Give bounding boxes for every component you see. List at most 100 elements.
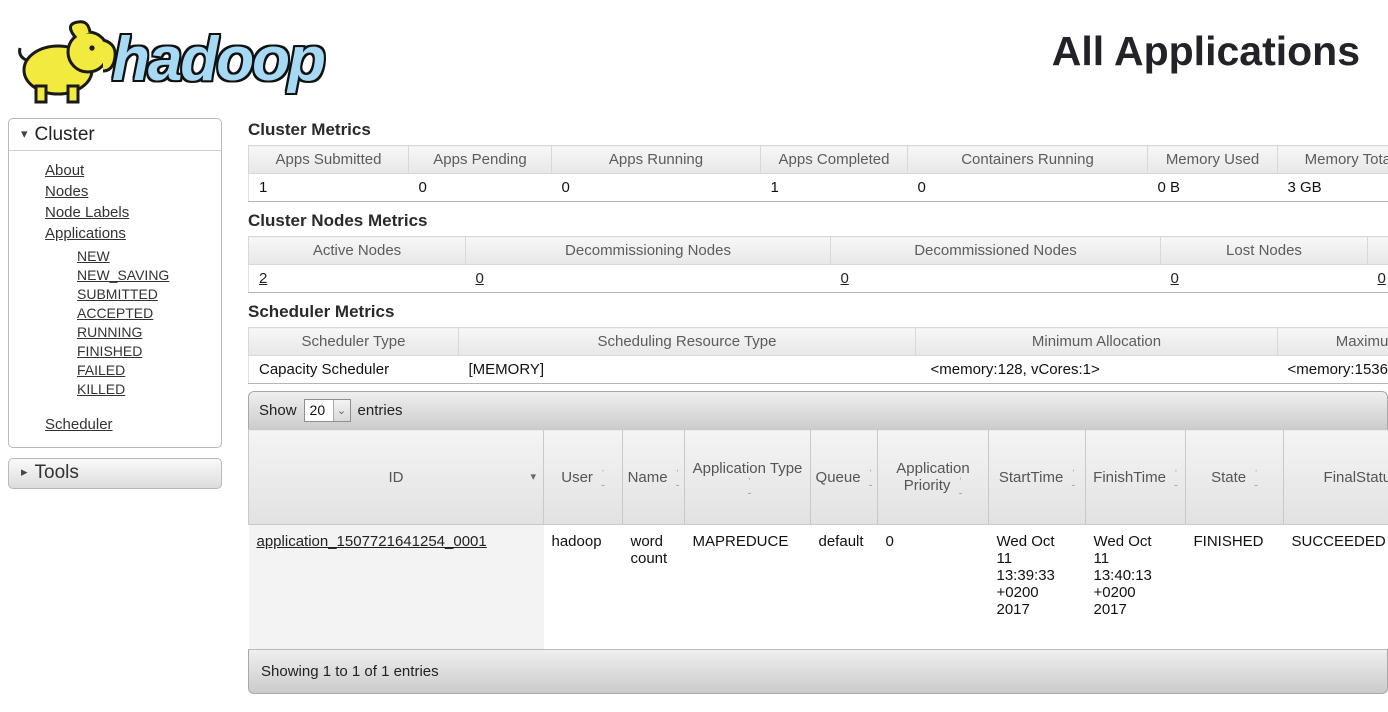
- page-title: All Applications: [1052, 28, 1360, 75]
- lost-nodes-link[interactable]: 0: [1171, 270, 1179, 287]
- col-finishtime[interactable]: FinishTime ˈˍ: [1086, 430, 1186, 525]
- sort-both-icon: ˈˍ: [676, 472, 680, 484]
- top-header: hadoop All Applications: [0, 0, 1388, 118]
- starttime-cell: Wed Oct 11 13:39:33 +0200 2017: [989, 525, 1086, 649]
- hadoop-elephant-icon: [6, 8, 126, 112]
- cluster-nav-label: Cluster: [35, 124, 95, 145]
- sidebar-subitem-killed[interactable]: KILLED: [77, 381, 125, 397]
- col-active-nodes: Active Nodes: [249, 237, 466, 265]
- active-nodes-link[interactable]: 2: [259, 270, 267, 287]
- chevron-down-icon: ▾: [21, 126, 28, 141]
- tools-nav-label: Tools: [35, 462, 79, 483]
- cluster-nodes-metrics-title: Cluster Nodes Metrics: [248, 211, 1388, 231]
- col-apps-completed: Apps Completed: [761, 146, 908, 174]
- col-state[interactable]: State ˈˍ: [1186, 430, 1284, 525]
- col-containers-running: Containers Running: [908, 146, 1148, 174]
- sidebar-subitem-accepted[interactable]: ACCEPTED: [77, 305, 153, 321]
- applications-table: ID ▾ User ˈˍ Name ˈˍ Application Type ˈˍ: [248, 429, 1388, 649]
- sidebar-subitem-new-saving[interactable]: NEW_SAVING: [77, 267, 169, 283]
- sort-desc-icon: ▾: [530, 470, 536, 483]
- sort-both-icon: ˈˍ: [869, 472, 873, 484]
- col-apps-running: Apps Running: [552, 146, 761, 174]
- cluster-metrics-row: 1 0 0 1 0 0 B 3 GB: [249, 174, 1388, 202]
- cluster-nav-header[interactable]: ▾ Cluster: [9, 119, 221, 151]
- memory-total-value: 3 GB: [1278, 174, 1388, 202]
- chevron-right-icon: ▸: [21, 464, 28, 479]
- apps-submitted-value: 1: [249, 174, 409, 202]
- name-cell: word count: [623, 525, 685, 649]
- col-lost-nodes: Lost Nodes: [1161, 237, 1368, 265]
- sort-both-icon: ˈˍ: [1254, 472, 1258, 484]
- application-id-link[interactable]: application_1507721641254_0001: [257, 533, 487, 550]
- table-info-footer: Showing 1 to 1 of 1 entries: [248, 649, 1388, 694]
- col-starttime[interactable]: StartTime ˈˍ: [989, 430, 1086, 525]
- cluster-metrics-title: Cluster Metrics: [248, 120, 1388, 140]
- scheduler-type-value: Capacity Scheduler: [249, 356, 459, 384]
- sidebar-item-node-labels[interactable]: Node Labels: [45, 204, 129, 221]
- scheduler-metrics-row: Capacity Scheduler [MEMORY] <memory:128,…: [249, 356, 1388, 384]
- sort-both-icon: ˈˍ: [601, 472, 605, 484]
- table-length-toolbar: Show 20 ⌄ entries: [248, 391, 1388, 429]
- user-cell: hadoop: [544, 525, 623, 649]
- sidebar-item-scheduler[interactable]: Scheduler: [45, 416, 113, 433]
- cluster-nav-box: ▾ Cluster About Nodes Node Labels Applica…: [8, 118, 222, 448]
- col-scheduler-type: Scheduler Type: [249, 328, 459, 356]
- show-label: Show: [259, 402, 297, 419]
- hadoop-logo-text: hadoop: [112, 29, 324, 91]
- col-unhealthy-nodes: Unhealthy Nodes: [1368, 237, 1388, 265]
- col-apps-submitted: Apps Submitted: [249, 146, 409, 174]
- sidebar-item-applications[interactable]: Applications: [45, 225, 126, 242]
- decommissioning-nodes-link[interactable]: 0: [476, 270, 484, 287]
- col-finalstatus[interactable]: FinalStatus ˈˍ: [1284, 430, 1388, 525]
- scheduler-metrics-title: Scheduler Metrics: [248, 302, 1388, 322]
- sort-both-icon: ˈˍ: [1071, 472, 1075, 484]
- cluster-nodes-metrics-table: Active Nodes Decommissioning Nodes Decom…: [248, 236, 1388, 293]
- apps-running-value: 0: [552, 174, 761, 202]
- col-application-priority[interactable]: Application Priority ˈˍ: [878, 430, 989, 525]
- sidebar-subitem-running[interactable]: RUNNING: [77, 324, 142, 340]
- chevron-down-icon: ⌄: [333, 400, 350, 421]
- sidebar-item-about[interactable]: About: [45, 162, 84, 179]
- queue-cell: default: [811, 525, 878, 649]
- sort-both-icon: ˈˍ: [959, 480, 963, 492]
- unhealthy-nodes-link[interactable]: 0: [1378, 270, 1386, 287]
- sort-both-icon: ˈˍ: [748, 480, 752, 492]
- sidebar-item-nodes[interactable]: Nodes: [45, 183, 88, 200]
- col-name[interactable]: Name ˈˍ: [623, 430, 685, 525]
- finalstatus-cell: SUCCEEDED: [1284, 525, 1388, 649]
- application-type-cell: MAPREDUCE: [685, 525, 811, 649]
- cluster-metrics-table: Apps Submitted Apps Pending Apps Running…: [248, 145, 1388, 202]
- col-application-type[interactable]: Application Type ˈˍ: [685, 430, 811, 525]
- col-maximum-allocation: Maximum Allocation: [1278, 328, 1388, 356]
- sidebar-subitem-finished[interactable]: FINISHED: [77, 343, 142, 359]
- apps-pending-value: 0: [409, 174, 552, 202]
- containers-running-value: 0: [908, 174, 1148, 202]
- col-user[interactable]: User ˈˍ: [544, 430, 623, 525]
- tools-nav-header[interactable]: ▸ Tools: [8, 458, 222, 489]
- sidebar-subitem-failed[interactable]: FAILED: [77, 362, 125, 378]
- sidebar-subitem-submitted[interactable]: SUBMITTED: [77, 286, 158, 302]
- maximum-allocation-value: <memory:1536, vCores:4>: [1278, 356, 1388, 384]
- main-content: Cluster Metrics Apps Submitted Apps Pend…: [248, 118, 1388, 694]
- col-decommissioning-nodes: Decommissioning Nodes: [466, 237, 831, 265]
- cluster-nodes-metrics-row: 2 0 0 0 0: [249, 265, 1388, 293]
- page-size-select[interactable]: 20 ⌄: [304, 399, 351, 422]
- col-id[interactable]: ID ▾: [249, 430, 544, 525]
- col-memory-total: Memory Total: [1278, 146, 1388, 174]
- memory-used-value: 0 B: [1148, 174, 1278, 202]
- scheduling-resource-type-value: [MEMORY]: [459, 356, 916, 384]
- state-cell: FINISHED: [1186, 525, 1284, 649]
- priority-cell: 0: [878, 525, 989, 649]
- sidebar-subitem-new[interactable]: NEW: [77, 248, 110, 264]
- finishtime-cell: Wed Oct 11 13:40:13 +0200 2017: [1086, 525, 1186, 649]
- hadoop-logo: hadoop: [6, 8, 324, 112]
- col-memory-used: Memory Used: [1148, 146, 1278, 174]
- col-queue[interactable]: Queue ˈˍ: [811, 430, 878, 525]
- minimum-allocation-value: <memory:128, vCores:1>: [916, 356, 1278, 384]
- col-apps-pending: Apps Pending: [409, 146, 552, 174]
- decommissioned-nodes-link[interactable]: 0: [841, 270, 849, 287]
- col-minimum-allocation: Minimum Allocation: [916, 328, 1278, 356]
- application-row: application_1507721641254_0001 hadoop wo…: [249, 525, 1388, 649]
- sidebar: ▾ Cluster About Nodes Node Labels Applica…: [8, 118, 222, 489]
- entries-label: entries: [358, 402, 403, 419]
